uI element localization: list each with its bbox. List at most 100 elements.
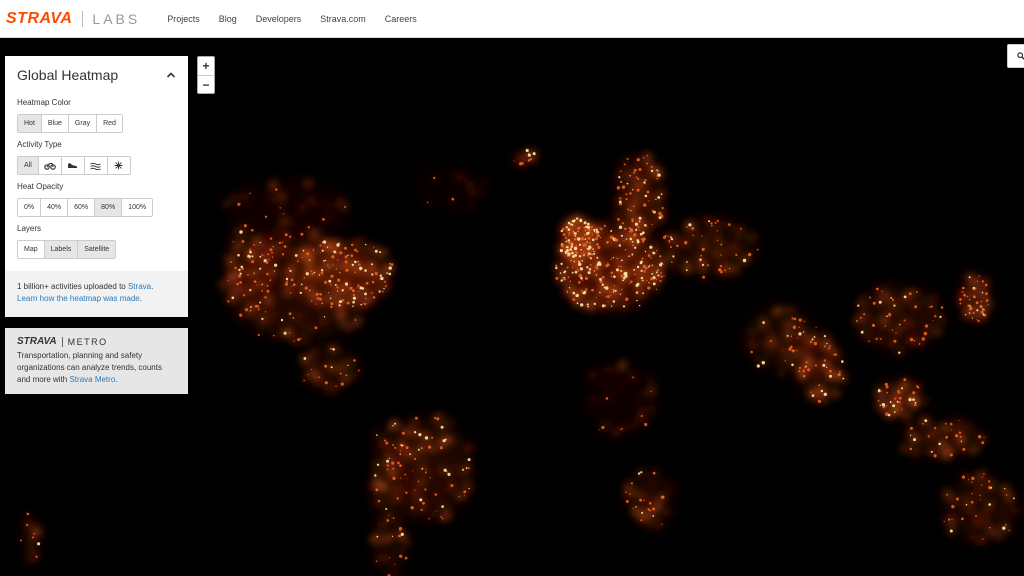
heat-spot: [332, 348, 335, 351]
heat-spot: [641, 240, 645, 243]
zoom-in-button[interactable]: +: [198, 57, 214, 75]
heat-spot: [573, 246, 578, 251]
heat-spot: [571, 251, 574, 255]
heat-spot: [319, 244, 322, 247]
heat-spot: [886, 391, 888, 394]
map-search-button[interactable]: [1007, 44, 1024, 68]
heat-spot: [649, 403, 655, 409]
activity-winter-button[interactable]: [106, 157, 130, 174]
nav-developers[interactable]: Developers: [256, 14, 302, 24]
opacity-60-button[interactable]: 60%: [67, 199, 95, 216]
heat-spot: [337, 259, 339, 261]
heat-spot: [555, 276, 559, 280]
heat-spot: [980, 300, 983, 303]
opacity-0-button[interactable]: 0%: [18, 199, 41, 216]
heat-spot: [399, 477, 402, 479]
heat-spot: [321, 302, 323, 304]
heat-spot: [241, 267, 244, 270]
heat-spot: [565, 240, 568, 243]
layers-group: Map Labels Satellite: [17, 240, 117, 259]
heat-spot: [959, 302, 962, 305]
heat-spot: [643, 181, 646, 184]
heat-spot: [968, 479, 970, 481]
learn-heatmap-link[interactable]: Learn how the heatmap was made: [17, 294, 140, 303]
strava-metro-link[interactable]: Strava Metro: [69, 375, 115, 384]
metro-description: Transportation, planning and safety orga…: [17, 350, 176, 386]
heat-spot: [567, 221, 571, 225]
heat-spot: [652, 383, 657, 387]
heat-spot: [670, 237, 674, 241]
color-red-button[interactable]: Red: [96, 115, 122, 132]
heat-spot: [464, 481, 468, 485]
heat-spot: [921, 337, 925, 341]
heat-spot: [708, 220, 711, 223]
activity-water-button[interactable]: [83, 157, 107, 174]
opacity-40-button[interactable]: 40%: [40, 199, 68, 216]
zoom-out-button[interactable]: −: [198, 75, 214, 93]
heat-spot: [409, 453, 411, 456]
heat-spot: [248, 284, 252, 287]
heat-spot: [981, 509, 989, 517]
heat-spot: [347, 254, 349, 256]
layer-satellite-button[interactable]: Satellite: [77, 241, 116, 258]
nav-careers[interactable]: Careers: [385, 14, 417, 24]
heat-spot: [856, 320, 858, 322]
heat-spot: [328, 215, 333, 220]
heat-spot: [232, 229, 238, 235]
activity-bike-button[interactable]: [37, 157, 61, 174]
heat-spot: [249, 289, 252, 292]
heat-spot: [646, 155, 648, 157]
color-blue-button[interactable]: Blue: [40, 115, 68, 132]
nav-strava-com[interactable]: Strava.com: [320, 14, 366, 24]
heat-spot: [959, 298, 962, 301]
chevron-up-icon[interactable]: [166, 71, 176, 79]
heat-spot: [352, 296, 356, 300]
heat-spot: [458, 496, 460, 498]
heat-spot: [964, 314, 967, 316]
heat-spot: [565, 236, 568, 239]
color-gray-button[interactable]: Gray: [67, 115, 97, 132]
heat-spot: [374, 272, 378, 276]
heat-spot: [344, 255, 348, 259]
heat-spot: [311, 374, 314, 378]
heat-spot: [587, 373, 592, 379]
strava-labs-logo[interactable]: STRAVA LABS: [6, 0, 140, 38]
heat-spot: [439, 446, 443, 450]
heat-spot: [344, 246, 347, 250]
heat-spot: [913, 339, 916, 342]
layer-labels-button[interactable]: Labels: [43, 241, 78, 258]
color-hot-button[interactable]: Hot: [18, 115, 41, 132]
activity-run-button[interactable]: [60, 157, 84, 174]
heat-spot: [225, 258, 228, 261]
heat-spot: [578, 243, 582, 246]
heat-spot: [664, 508, 672, 516]
heat-spot: [877, 399, 880, 402]
layer-map-button[interactable]: Map: [18, 241, 44, 258]
heat-spot: [415, 416, 418, 420]
heat-spot: [243, 224, 247, 228]
heat-spot: [580, 248, 582, 251]
strava-link[interactable]: Strava: [128, 282, 151, 291]
heat-spot: [622, 305, 626, 308]
heat-spot: [604, 225, 606, 227]
heat-spot: [250, 268, 256, 275]
nav-projects[interactable]: Projects: [167, 14, 200, 24]
opacity-80-button[interactable]: 80%: [94, 199, 122, 216]
heat-spot: [301, 257, 303, 259]
heat-spot: [266, 289, 270, 293]
heatmap-color-group: Hot Blue Gray Red: [17, 114, 123, 133]
activity-all-button[interactable]: All: [18, 157, 38, 174]
opacity-100-button[interactable]: 100%: [121, 199, 153, 216]
heat-spot: [651, 264, 654, 267]
heat-spot: [697, 263, 703, 269]
heat-spot: [620, 265, 622, 268]
heat-spot: [324, 206, 330, 211]
nav-blog[interactable]: Blog: [219, 14, 237, 24]
heat-spot: [575, 245, 578, 247]
heat-spot: [334, 314, 341, 321]
heat-spot: [250, 306, 252, 308]
heat-spot: [563, 277, 565, 279]
heat-spot: [593, 228, 596, 232]
heat-spot: [791, 317, 794, 320]
heat-spot: [339, 251, 343, 255]
